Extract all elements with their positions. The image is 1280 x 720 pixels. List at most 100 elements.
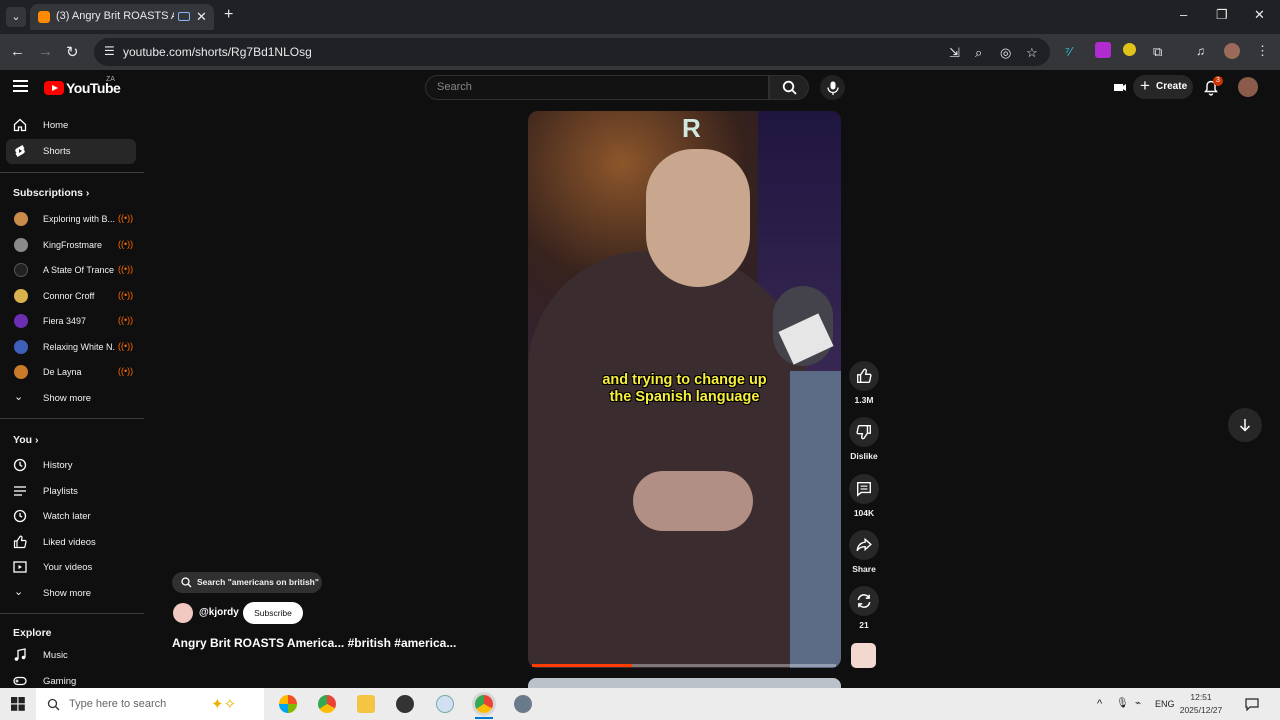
- sidebar-item-your-videos[interactable]: Your videos: [6, 555, 136, 580]
- subscription-item[interactable]: KingFrostmare ((•)): [6, 233, 136, 257]
- sidebar-item-shorts[interactable]: Shorts: [6, 139, 136, 164]
- you-heading[interactable]: You ›: [13, 434, 38, 446]
- subscriptions-heading[interactable]: Subscriptions ›: [13, 187, 89, 199]
- show-more-you[interactable]: ⌄ Show more: [6, 581, 136, 606]
- show-more-subscriptions[interactable]: ⌄ Show more: [6, 386, 136, 411]
- sidebar-item-history[interactable]: History: [6, 453, 136, 478]
- forward-icon[interactable]: →: [38, 43, 53, 60]
- browser-tab[interactable]: (3) Angry Brit ROASTS Ame ✕: [30, 4, 214, 30]
- extension-1-icon[interactable]: ⁷⁄: [1065, 44, 1072, 59]
- sidebar-item-playlists[interactable]: Playlists: [6, 479, 136, 504]
- music-icon: [14, 648, 26, 661]
- sidebar-item-liked-videos[interactable]: Liked videos: [6, 530, 136, 555]
- back-icon[interactable]: ←: [10, 43, 25, 60]
- like-circle[interactable]: [849, 361, 879, 391]
- extension-3-icon[interactable]: [1123, 43, 1136, 56]
- remix-circle[interactable]: [849, 586, 879, 616]
- media-playing-icon[interactable]: [178, 12, 190, 21]
- chrome-active-taskbar-icon[interactable]: [475, 695, 493, 713]
- channel-name[interactable]: @kjordy: [199, 607, 239, 618]
- sidebar-item-watch-later[interactable]: Watch later: [6, 504, 136, 529]
- live-icon: ((•)): [118, 239, 134, 249]
- arrow-down-icon: [1239, 419, 1251, 432]
- camera-add-icon[interactable]: [1112, 80, 1127, 95]
- site-info-icon[interactable]: ☰: [104, 44, 115, 58]
- channel-avatar: [14, 365, 28, 379]
- live-icon: ((•)): [118, 213, 134, 223]
- maximize-button[interactable]: ❐: [1216, 7, 1228, 23]
- dislike-button[interactable]: Dislike: [849, 417, 879, 461]
- video-progress-bar[interactable]: [532, 664, 836, 667]
- tab-search-dropdown[interactable]: ⌄: [6, 7, 26, 27]
- taskbar-clock[interactable]: 12:51 2025/12/27: [1178, 691, 1224, 717]
- subscription-item[interactable]: A State Of Trance ((•)): [6, 258, 136, 282]
- next-short-button[interactable]: [1228, 408, 1262, 442]
- voice-search-button[interactable]: [820, 75, 845, 100]
- short-title[interactable]: Angry Brit ROASTS America... #british #a…: [172, 636, 456, 650]
- caption-line: the Spanish language: [609, 389, 760, 405]
- browser-menu-icon[interactable]: ⋮: [1256, 43, 1269, 59]
- windows-start-icon[interactable]: [11, 697, 25, 711]
- tracking-protection-icon[interactable]: ◎: [1000, 45, 1011, 61]
- tray-microphone-icon[interactable]: 🎙: [1116, 698, 1129, 709]
- channel-avatar[interactable]: [173, 603, 193, 623]
- subscription-item[interactable]: De Layna ((•)): [6, 360, 136, 384]
- language-indicator[interactable]: ENG: [1155, 699, 1175, 709]
- subscription-label: Exploring with B...: [43, 214, 115, 224]
- search-input[interactable]: Search: [425, 75, 769, 100]
- account-avatar[interactable]: [1238, 77, 1258, 97]
- shorts-icon: [15, 145, 25, 157]
- url-text[interactable]: youtube.com/shorts/Rg7Bd1NLOsg: [123, 45, 312, 59]
- sidebar-item-music[interactable]: Music: [6, 643, 136, 668]
- watch-later-icon: [13, 509, 27, 523]
- file-explorer-icon[interactable]: [357, 695, 375, 713]
- dislike-circle[interactable]: [849, 417, 879, 447]
- zoom-icon[interactable]: ⌕: [975, 45, 982, 61]
- snipping-tool-icon[interactable]: [436, 695, 454, 713]
- subscription-item[interactable]: Fiera 3497 ((•)): [6, 309, 136, 333]
- channel-avatar: [14, 289, 28, 303]
- hamburger-menu-icon[interactable]: [13, 80, 28, 92]
- subscription-item[interactable]: Connor Croff ((•)): [6, 284, 136, 308]
- address-bar[interactable]: ☰ youtube.com/shorts/Rg7Bd1NLOsg ⇲ ⌕ ◎ ☆: [94, 38, 1050, 66]
- like-button[interactable]: 1.3M: [849, 361, 879, 405]
- obs-icon[interactable]: [396, 695, 414, 713]
- chrome-taskbar-icon[interactable]: [318, 695, 336, 713]
- install-app-icon[interactable]: ⇲: [949, 45, 960, 61]
- subscribe-button[interactable]: Subscribe: [243, 602, 303, 624]
- subscription-item[interactable]: Exploring with B... ((•)): [6, 207, 136, 231]
- sidebar-divider: [0, 172, 144, 173]
- share-button[interactable]: Share: [849, 530, 879, 574]
- video-bystander: [790, 371, 841, 668]
- app-launcher-icon[interactable]: [279, 695, 297, 713]
- media-controls-icon[interactable]: ♫: [1196, 44, 1205, 58]
- profile-avatar[interactable]: [1224, 43, 1240, 59]
- app-taskbar-icon[interactable]: [514, 695, 532, 713]
- bookmark-star-icon[interactable]: ☆: [1026, 45, 1038, 61]
- new-tab-button[interactable]: +: [224, 6, 233, 24]
- minimize-button[interactable]: –: [1180, 7, 1187, 22]
- tray-network-icon[interactable]: ⌁: [1135, 698, 1141, 709]
- extensions-puzzle-icon[interactable]: ⧉: [1153, 44, 1162, 60]
- notification-center-icon[interactable]: [1245, 698, 1259, 711]
- sound-thumbnail[interactable]: [851, 643, 876, 668]
- extension-2-icon[interactable]: [1095, 42, 1111, 58]
- related-search-label: Search "americans on british": [197, 577, 319, 587]
- reload-icon[interactable]: ↻: [66, 43, 79, 61]
- close-window-button[interactable]: ✕: [1254, 7, 1265, 23]
- copilot-sparkle-icon[interactable]: ✦✧: [211, 695, 236, 713]
- sidebar-item-home[interactable]: Home: [6, 113, 136, 138]
- create-button[interactable]: + Create: [1133, 75, 1193, 99]
- share-circle[interactable]: [849, 530, 879, 560]
- video-person-hand: [633, 471, 753, 531]
- subscription-item[interactable]: Relaxing White N... ((•)): [6, 335, 136, 359]
- comments-circle[interactable]: [849, 474, 879, 504]
- remix-button[interactable]: 21: [849, 586, 879, 630]
- channel-avatar: [14, 238, 28, 252]
- comments-button[interactable]: 104K: [849, 474, 879, 518]
- tab-close-icon[interactable]: ✕: [196, 9, 207, 25]
- taskbar-search-box[interactable]: Type here to search ✦✧: [36, 688, 264, 720]
- search-button[interactable]: [769, 75, 809, 100]
- related-search-chip[interactable]: Search "americans on british": [172, 572, 322, 593]
- tray-chevron-icon[interactable]: ^: [1097, 698, 1102, 710]
